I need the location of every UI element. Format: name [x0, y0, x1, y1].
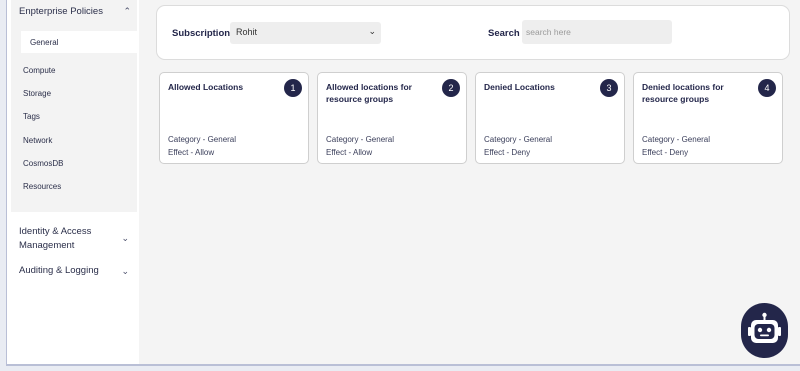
chevron-down-icon[interactable]: ⌄ — [121, 231, 129, 245]
card-effect: Effect - Deny — [484, 148, 531, 157]
search-label: Search — [488, 28, 520, 39]
policy-card-allowed-locations[interactable]: Allowed Locations 1 Category - General E… — [159, 72, 309, 164]
card-number-badge: 1 — [284, 79, 302, 97]
enterprise-policies-header[interactable]: Enpterprise Policies ⌃ — [19, 4, 131, 18]
card-title: Denied Locations — [484, 82, 555, 92]
sidebar-group-auditing-logging[interactable]: Auditing & Logging ⌄ — [19, 264, 129, 278]
card-title: Denied locations for resource groups — [642, 82, 724, 104]
card-effect: Effect - Allow — [326, 148, 373, 157]
app-frame: Enpterprise Policies ⌃ General Compute S… — [6, 0, 800, 366]
card-number-badge: 3 — [600, 79, 618, 97]
policy-card-denied-locations[interactable]: Denied Locations 3 Category - General Ef… — [475, 72, 625, 164]
sidebar-group-identity-access[interactable]: Identity & Access Management ⌄ — [19, 225, 129, 253]
sidebar: Enpterprise Policies ⌃ General Compute S… — [7, 0, 139, 364]
sidebar-item-tags[interactable]: Tags — [23, 112, 40, 121]
card-title: Allowed Locations — [168, 82, 244, 92]
policy-card-allowed-locations-rg[interactable]: Allowed locations for resource groups 2 … — [317, 72, 467, 164]
chevron-down-icon[interactable]: ⌄ — [121, 264, 129, 278]
robot-icon — [748, 312, 781, 343]
card-number-badge: 2 — [442, 79, 460, 97]
sidebar-item-compute[interactable]: Compute — [23, 66, 55, 75]
card-category: Category - General — [642, 135, 711, 144]
policy-card-denied-locations-rg[interactable]: Denied locations for resource groups 4 C… — [633, 72, 783, 164]
filter-panel: Subscription Rohit ⌄ Search search here — [156, 5, 790, 60]
card-category: Category - General — [168, 135, 237, 144]
search-input[interactable]: search here — [522, 20, 672, 44]
card-effect: Effect - Deny — [642, 148, 689, 157]
sidebar-item-cosmosdb[interactable]: CosmosDB — [23, 159, 63, 168]
assistant-bot-button[interactable] — [741, 303, 788, 358]
section-title: Enpterprise Policies — [19, 5, 103, 17]
subscription-value: Rohit — [236, 27, 258, 37]
card-title: Allowed locations for resource groups — [326, 82, 412, 104]
sidebar-item-resources[interactable]: Resources — [23, 182, 61, 191]
sidebar-item-general[interactable]: General — [21, 31, 139, 53]
card-effect: Effect - Allow — [168, 148, 215, 157]
card-number-badge: 4 — [758, 79, 776, 97]
group-label: Identity & Access Management — [19, 226, 92, 251]
subscription-label: Subscription — [172, 28, 231, 39]
subscription-select[interactable]: Rohit ⌄ — [230, 22, 381, 44]
chevron-up-icon[interactable]: ⌃ — [123, 6, 131, 17]
sidebar-item-storage[interactable]: Storage — [23, 89, 51, 98]
group-label: Auditing & Logging — [19, 265, 99, 276]
card-category: Category - General — [326, 135, 395, 144]
caret-down-icon: ⌄ — [368, 26, 376, 36]
sidebar-item-network[interactable]: Network — [23, 136, 52, 145]
card-category: Category - General — [484, 135, 553, 144]
